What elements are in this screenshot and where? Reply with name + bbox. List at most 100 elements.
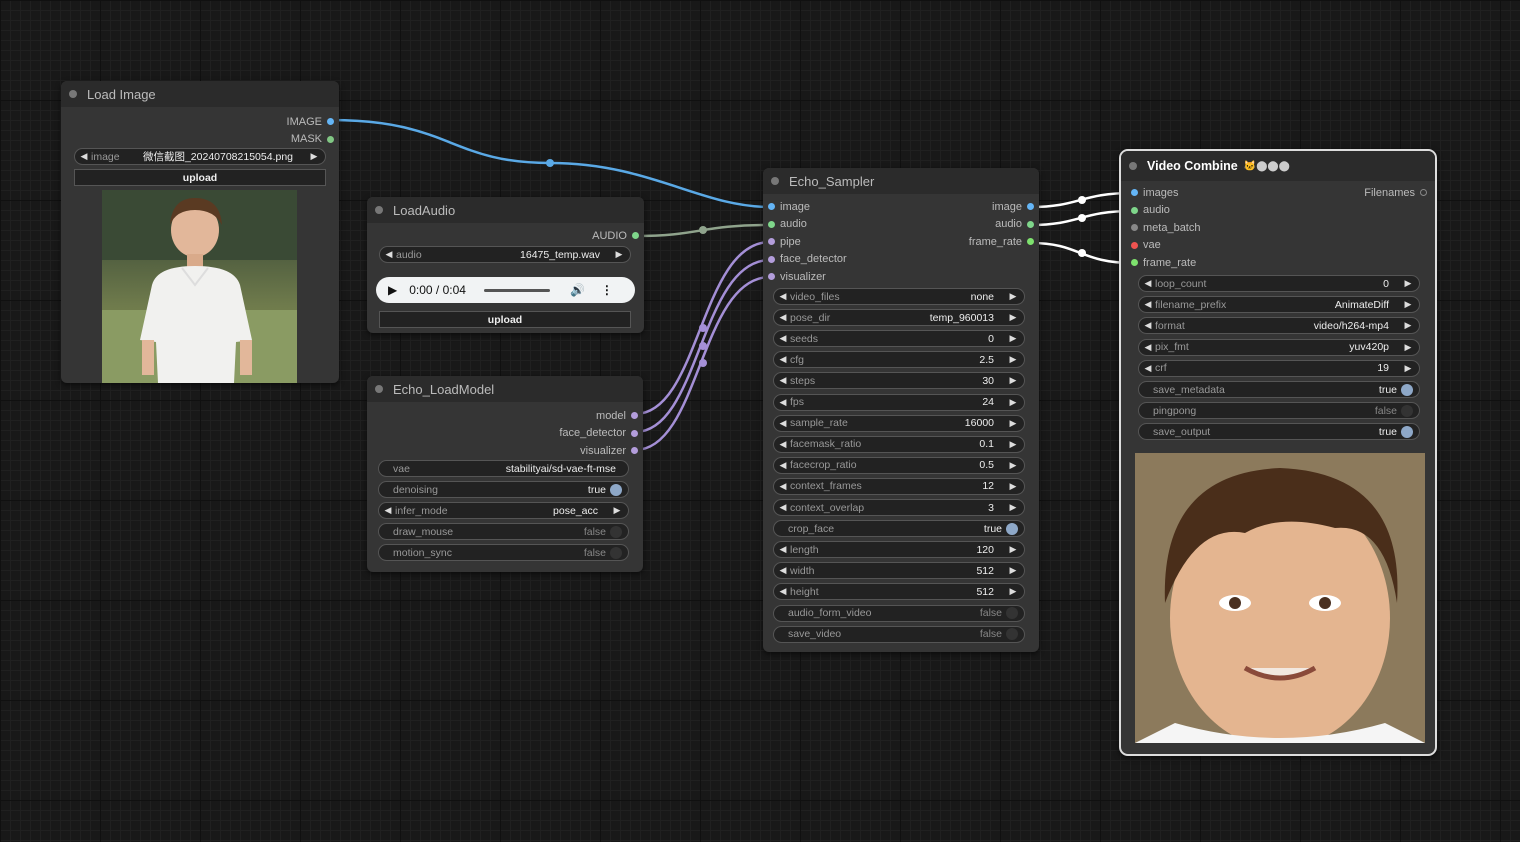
- widget-steps[interactable]: ◀ steps 30 ▶: [773, 372, 1025, 390]
- node-title[interactable]: Video Combine 🐱⬤⬤⬤: [1121, 151, 1435, 181]
- right-arrow-icon[interactable]: ▶: [1403, 299, 1413, 310]
- slot-row-face-detector[interactable]: face_detector: [763, 251, 1039, 269]
- right-arrow-icon[interactable]: ▶: [1008, 502, 1018, 513]
- right-arrow-icon[interactable]: ▶: [614, 249, 624, 260]
- slot-dot-icon[interactable]: [327, 135, 334, 143]
- right-arrow-icon[interactable]: ▶: [1403, 342, 1413, 353]
- right-arrow-icon[interactable]: ▶: [309, 151, 319, 162]
- left-arrow-icon[interactable]: ◀: [778, 375, 788, 386]
- widget-facecrop-ratio[interactable]: ◀ facecrop_ratio 0.5 ▶: [773, 456, 1025, 474]
- right-arrow-icon[interactable]: ▶: [1008, 312, 1018, 323]
- collapse-dot-icon[interactable]: [375, 206, 383, 214]
- input-dot-icon[interactable]: [768, 255, 775, 263]
- input-dot-icon[interactable]: [1131, 224, 1138, 232]
- widget-loop-count[interactable]: ◀ loop_count 0 ▶: [1138, 275, 1420, 292]
- toggle-knob-icon[interactable]: [1401, 383, 1413, 396]
- right-arrow-icon[interactable]: ▶: [1008, 481, 1018, 492]
- widget-pose-dir[interactable]: ◀ pose_dir temp_960013 ▶: [773, 309, 1025, 327]
- input-dot-icon[interactable]: [768, 220, 775, 228]
- input-dot-icon[interactable]: [1131, 241, 1138, 249]
- toggle-knob-icon[interactable]: [1006, 607, 1018, 619]
- upload-button[interactable]: upload: [379, 311, 631, 328]
- left-arrow-icon[interactable]: ◀: [778, 354, 788, 365]
- widget-fps[interactable]: ◀ fps 24 ▶: [773, 393, 1025, 411]
- input-dot-icon[interactable]: [1131, 189, 1138, 197]
- widget-width[interactable]: ◀ width 512 ▶: [773, 562, 1025, 580]
- output-face-detector[interactable]: face_detector: [367, 425, 643, 443]
- node-video-combine[interactable]: Video Combine 🐱⬤⬤⬤ images Filenames audi…: [1119, 149, 1437, 756]
- slot-dot-icon[interactable]: [631, 412, 638, 420]
- widget-pix-fmt[interactable]: ◀ pix_fmt yuv420p ▶: [1138, 338, 1420, 356]
- slot-dot-icon[interactable]: [631, 447, 638, 455]
- right-arrow-icon[interactable]: ▶: [612, 505, 622, 516]
- right-arrow-icon[interactable]: ▶: [1403, 278, 1413, 289]
- right-arrow-icon[interactable]: ▶: [1403, 363, 1413, 374]
- input-dot-icon[interactable]: [1131, 259, 1138, 267]
- collapse-dot-icon[interactable]: [1129, 162, 1137, 170]
- input-dot-icon[interactable]: [768, 203, 775, 211]
- left-arrow-icon[interactable]: ◀: [778, 439, 788, 450]
- slot-row-visualizer[interactable]: visualizer: [763, 268, 1039, 286]
- node-title[interactable]: Load Image: [61, 81, 339, 107]
- volume-icon[interactable]: 🔊: [570, 283, 585, 297]
- denoising-toggle[interactable]: denoising true: [378, 481, 629, 498]
- left-arrow-icon[interactable]: ◀: [1143, 320, 1153, 331]
- widget-crf[interactable]: ◀ crf 19 ▶: [1138, 359, 1420, 377]
- left-arrow-icon[interactable]: ◀: [778, 312, 788, 323]
- input-dot-icon[interactable]: [1131, 206, 1138, 214]
- right-arrow-icon[interactable]: ▶: [1008, 565, 1018, 576]
- toggle-knob-icon[interactable]: [1401, 425, 1413, 438]
- output-image[interactable]: IMAGE: [61, 113, 339, 131]
- collapse-dot-icon[interactable]: [69, 90, 77, 98]
- toggle-knob-icon[interactable]: [1006, 522, 1018, 535]
- image-combo[interactable]: ◀ image 微信截图_20240708215054.png ▶: [74, 148, 326, 165]
- right-arrow-icon[interactable]: ▶: [1008, 291, 1018, 302]
- right-arrow-icon[interactable]: ▶: [1008, 586, 1018, 597]
- node-title[interactable]: LoadAudio: [367, 197, 644, 223]
- right-arrow-icon[interactable]: ▶: [1008, 439, 1018, 450]
- slot-row-pipe[interactable]: pipe frame_rate: [763, 233, 1039, 251]
- slot-row-image[interactable]: image image: [763, 198, 1039, 216]
- left-arrow-icon[interactable]: ◀: [1143, 278, 1153, 289]
- left-arrow-icon[interactable]: ◀: [778, 418, 788, 429]
- widget-filename-prefix[interactable]: ◀ filename_prefix AnimateDiff ▶: [1138, 296, 1420, 314]
- left-arrow-icon[interactable]: ◀: [1143, 363, 1153, 374]
- right-arrow-icon[interactable]: ▶: [1403, 320, 1413, 331]
- collapse-dot-icon[interactable]: [375, 385, 383, 393]
- toggle-knob-icon[interactable]: [610, 546, 622, 559]
- slot-dot-icon[interactable]: [327, 118, 334, 126]
- widget-context-overlap[interactable]: ◀ context_overlap 3 ▶: [773, 499, 1025, 516]
- node-title[interactable]: Echo_Sampler: [763, 168, 1039, 194]
- slot-dot-icon[interactable]: [631, 429, 638, 437]
- output-audio[interactable]: AUDIO: [367, 227, 644, 245]
- output-dot-icon[interactable]: [1420, 189, 1427, 197]
- right-arrow-icon[interactable]: ▶: [1008, 544, 1018, 555]
- draw-mouse-toggle[interactable]: draw_mouse false: [378, 523, 629, 540]
- left-arrow-icon[interactable]: ◀: [1143, 342, 1153, 353]
- slot-dot-icon[interactable]: [632, 232, 639, 240]
- output-visualizer[interactable]: visualizer: [367, 442, 643, 460]
- slot-row-frame-rate[interactable]: frame_rate: [1121, 254, 1435, 272]
- left-arrow-icon[interactable]: ◀: [79, 151, 89, 162]
- output-mask[interactable]: MASK: [61, 131, 339, 149]
- widget-context-frames[interactable]: ◀ context_frames 12 ▶: [773, 477, 1025, 495]
- right-arrow-icon[interactable]: ▶: [1008, 418, 1018, 429]
- right-arrow-icon[interactable]: ▶: [1008, 354, 1018, 365]
- audio-combo[interactable]: ◀ audio 16475_temp.wav ▶: [379, 246, 631, 263]
- audio-player[interactable]: ▶ 0:00 / 0:04 🔊 ⋮: [376, 277, 635, 303]
- output-dot-icon[interactable]: [1027, 238, 1034, 246]
- more-options-icon[interactable]: ⋮: [601, 283, 613, 297]
- left-arrow-icon[interactable]: ◀: [1143, 299, 1153, 310]
- node-echo-loadmodel[interactable]: Echo_LoadModel model face_detector visua…: [367, 376, 643, 572]
- output-model[interactable]: model: [367, 407, 643, 425]
- upload-button[interactable]: upload: [74, 169, 326, 186]
- right-arrow-icon[interactable]: ▶: [1008, 460, 1018, 471]
- widget-save-metadata[interactable]: save_metadata true: [1138, 381, 1420, 398]
- widget-format[interactable]: ◀ format video/h264-mp4 ▶: [1138, 317, 1420, 335]
- input-dot-icon[interactable]: [768, 273, 775, 281]
- left-arrow-icon[interactable]: ◀: [778, 544, 788, 555]
- toggle-knob-icon[interactable]: [1006, 628, 1018, 641]
- right-arrow-icon[interactable]: ▶: [1008, 333, 1018, 344]
- slot-row-meta-batch[interactable]: meta_batch: [1121, 219, 1435, 237]
- slot-row-audio[interactable]: audio: [1121, 202, 1435, 220]
